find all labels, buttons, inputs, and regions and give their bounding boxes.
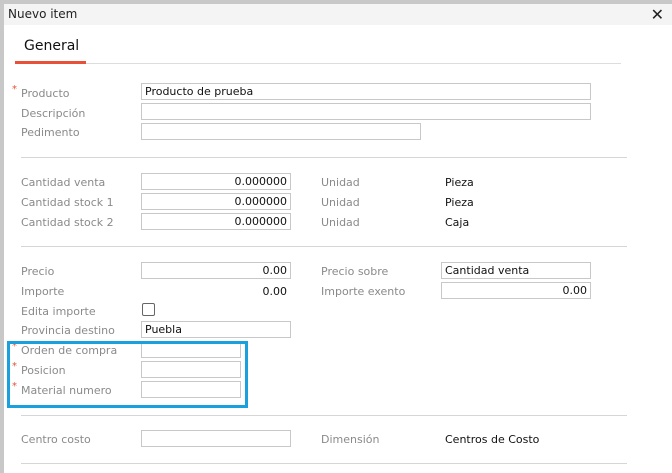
provincia-destino-label: Provincia destino [21,324,115,337]
cantidad-stock1-input[interactable]: 0.000000 [141,193,291,210]
producto-label: Producto [21,87,70,100]
descripcion-label: Descripción [21,107,86,120]
cantidad-venta-label: Cantidad venta [21,176,106,189]
importe-value: 0.00 [262,285,288,298]
tab-divider [15,63,621,64]
active-tab-indicator [15,61,86,64]
divider [21,463,627,464]
new-item-dialog: Nuevo item ✕ General * Producto Producto… [4,4,672,473]
unidad-label: Unidad [321,176,360,189]
tab-general[interactable]: General [24,38,79,54]
precio-sobre-select[interactable]: Cantidad venta [441,262,591,279]
divider [21,246,627,247]
dimension-label: Dimensión [321,433,380,446]
divider [21,415,627,416]
unidad-value: Pieza [445,196,474,209]
centro-costo-label: Centro costo [21,433,91,446]
precio-sobre-label: Precio sobre [321,265,389,278]
importe-label: Importe [21,285,65,298]
importe-exento-label: Importe exento [321,285,406,298]
divider [21,157,627,158]
close-icon[interactable]: ✕ [651,5,664,24]
precio-label: Precio [21,265,55,278]
cantidad-stock1-label: Cantidad stock 1 [21,196,114,209]
highlight-box [7,341,248,408]
unidad-label: Unidad [321,216,360,229]
edita-importe-label: Edita importe [21,305,96,318]
dimension-value: Centros de Costo [445,433,540,446]
pedimento-label: Pedimento [21,126,80,139]
dialog-title: Nuevo item [8,7,78,21]
required-marker: * [12,84,17,95]
title-bar: Nuevo item ✕ [4,4,672,25]
cantidad-stock2-label: Cantidad stock 2 [21,216,114,229]
provincia-destino-input[interactable]: Puebla [141,321,291,338]
unidad-value: Caja [445,216,470,229]
cantidad-venta-input[interactable]: 0.000000 [141,173,291,190]
edita-importe-checkbox[interactable] [142,303,155,316]
pedimento-input[interactable] [141,123,421,140]
unidad-value: Pieza [445,176,474,189]
precio-input[interactable]: 0.00 [141,262,291,279]
producto-input[interactable]: Producto de prueba [141,83,591,100]
descripcion-input[interactable] [141,103,591,120]
cantidad-stock2-input[interactable]: 0.000000 [141,213,291,230]
importe-exento-input[interactable]: 0.00 [441,282,591,299]
unidad-label: Unidad [321,196,360,209]
centro-costo-input[interactable] [141,430,291,447]
